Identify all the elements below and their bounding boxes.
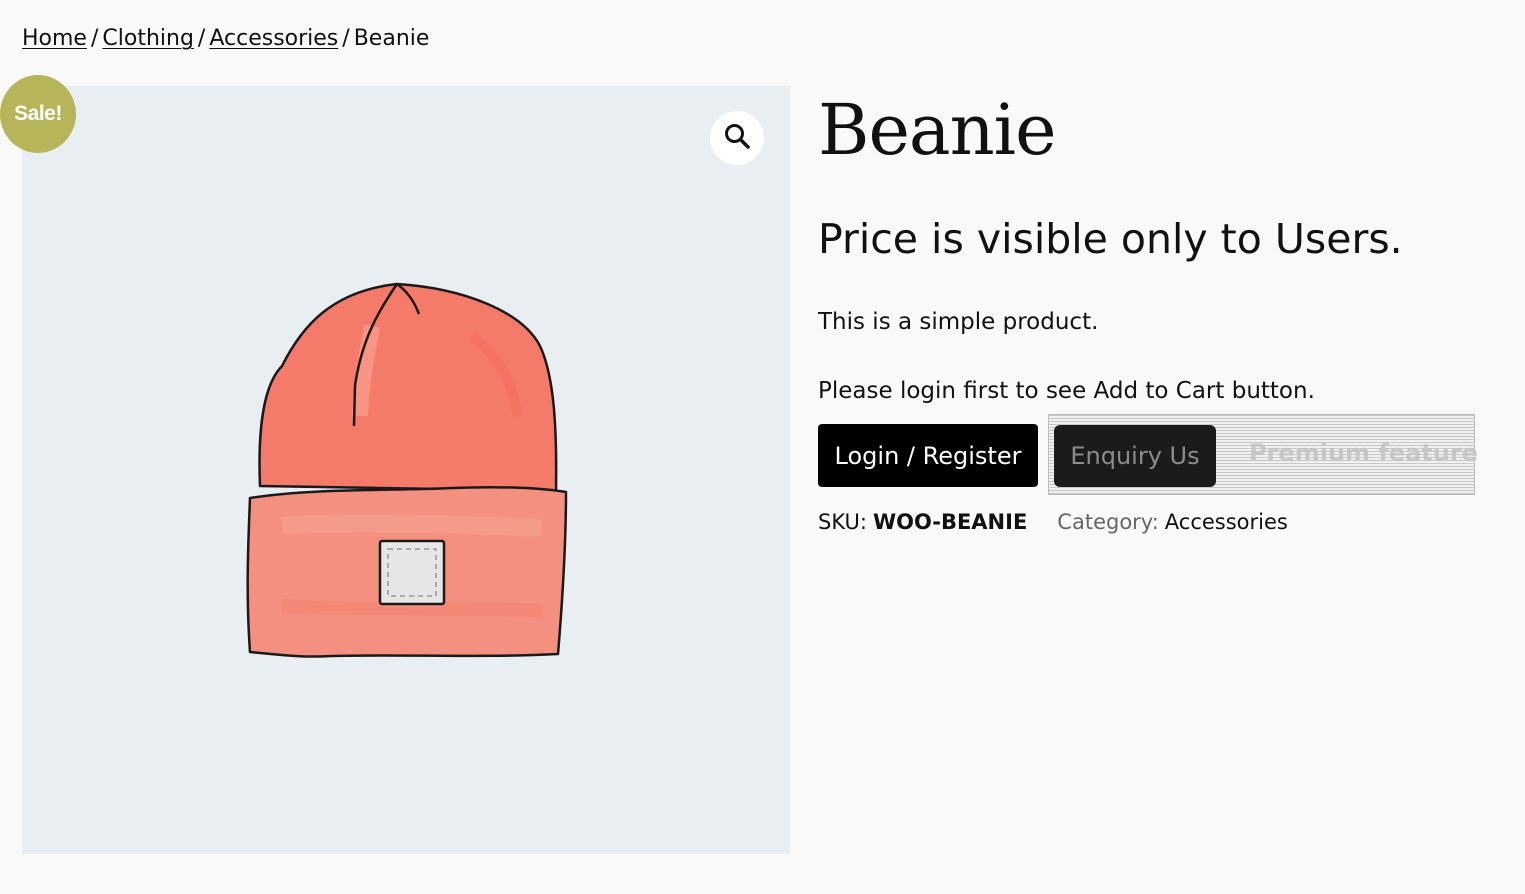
category-label: Category:: [1057, 510, 1159, 534]
price-notice: Price is visible only to Users.: [818, 215, 1403, 263]
product-gallery[interactable]: [22, 86, 790, 854]
product-short-description: This is a simple product.: [818, 309, 1099, 335]
enquiry-button[interactable]: Enquiry Us: [1054, 425, 1216, 487]
breadcrumb-link-clothing[interactable]: Clothing: [102, 26, 194, 51]
breadcrumb-link-home[interactable]: Home: [22, 26, 87, 51]
breadcrumb-current: Beanie: [353, 26, 430, 51]
sale-badge: Sale!: [0, 75, 76, 153]
magnifier-icon: [723, 122, 751, 154]
premium-feature-overlay: Enquiry Us Premium feature: [1048, 414, 1478, 495]
sku-value: WOO-BEANIE: [872, 510, 1028, 534]
category-link-accessories[interactable]: Accessories: [1165, 510, 1288, 534]
breadcrumb-link-accessories[interactable]: Accessories: [209, 26, 338, 51]
category: Category: Accessories: [1057, 508, 1288, 536]
product-meta: SKU: WOO-BEANIE Category: Accessories: [818, 508, 1288, 536]
breadcrumb: Home / Clothing / Accessories / Beanie: [22, 26, 429, 51]
sku-label: SKU:: [818, 510, 867, 534]
breadcrumb-separator: /: [342, 26, 350, 51]
sku: SKU: WOO-BEANIE: [818, 508, 1027, 536]
login-notice: Please login first to see Add to Cart bu…: [818, 378, 1315, 404]
premium-feature-label: Premium feature: [1249, 439, 1478, 467]
product-title: Beanie: [818, 89, 1056, 171]
zoom-button[interactable]: [710, 111, 764, 165]
breadcrumb-separator: /: [197, 26, 206, 51]
breadcrumb-separator: /: [90, 26, 99, 51]
product-image-beanie: [246, 282, 568, 658]
login-register-button[interactable]: Login / Register: [818, 424, 1038, 487]
